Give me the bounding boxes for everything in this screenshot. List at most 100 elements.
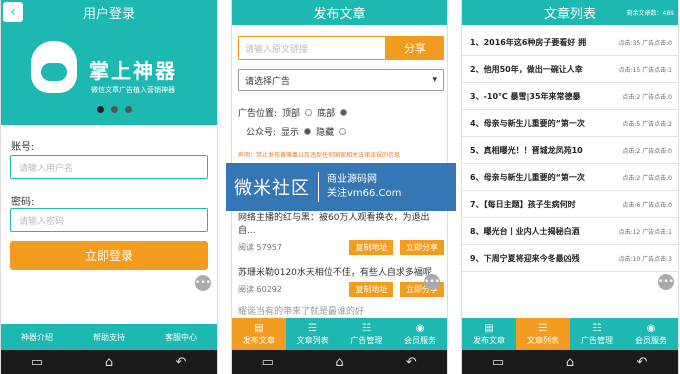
carousel-dot[interactable] [125,106,132,113]
list-item-stats: 点击:2 广告点击:0 [622,93,672,101]
tab-publish[interactable]: ▤ 发布文章 [462,318,516,350]
article-reads: 阅读 57957 [238,243,282,252]
publish-header: 发布文章 [232,0,447,25]
tab-label: 广告管理 [350,335,383,345]
show-label: 显示 [281,128,300,138]
list-item[interactable]: 9、下周宁夏将迎来今冬最凶残 点击:10 广告点击:3 [462,245,678,272]
home-icon[interactable]: ⌂ [324,355,354,370]
android-navbar: ▭ ⌂ ↶ [232,350,447,374]
footer-intro-link[interactable]: 神器介绍 [21,332,53,343]
sliders-icon: ☷ [361,322,371,334]
list-item[interactable]: 4、母亲与新生儿重要的“第一次 点击:5 广告点击:2 [462,110,678,137]
account-label: 账号: [11,142,35,153]
list-item[interactable]: 7、【每日主题】孩子生病何时 点击:6 广告点击:0 [462,191,678,218]
document-icon: ▤ [484,322,494,334]
ad-select-value: 请选择广告 [245,76,291,87]
hand-logo-icon [31,41,77,93]
nav-back-icon[interactable]: ↶ [166,355,196,370]
nav-back-icon[interactable]: ↶ [627,355,657,370]
dropdown-arrow-icon: ▾ [432,75,437,85]
tab-member[interactable]: ◉ 会员服务 [393,318,447,350]
tab-publish[interactable]: ▤ 发布文章 [232,318,286,350]
tab-article-list[interactable]: ☰ 文章列表 [516,318,570,350]
list-item[interactable]: 8、曝光台丨业内人士揭秘白酒 点击:12 广告点击:1 [462,218,678,245]
hide-label: 隐藏 [316,128,335,138]
article-item[interactable]: 网络主播的红与黑：被60万人观看换衣，为退出自... 阅读 57957 复制地址… [238,212,444,255]
list-item-stats: 点击:12 广告点击:1 [618,228,672,236]
tab-ad-manage[interactable]: ☷ 广告管理 [570,318,624,350]
article-reads: 阅读 60292 [238,285,282,294]
home-icon[interactable]: ⌂ [555,355,585,370]
copy-address-button[interactable]: 复制地址 [349,240,394,255]
list-item-title: 4、母亲与新生儿重要的“第一次 [470,118,585,128]
carousel-dots[interactable] [97,106,132,113]
article-footer: 阅读 57957 复制地址 立即分享 [238,240,444,255]
carousel-dot[interactable] [111,106,118,113]
hide-radio[interactable] [339,128,347,135]
article-footer: 阅读 60292 复制地址 立即分享 [238,282,444,297]
watermark-divider [318,172,319,202]
back-icon[interactable]: ‹ [3,2,23,22]
tab-ad-manage[interactable]: ☷ 广告管理 [340,318,394,350]
tab-label: 文章列表 [527,335,559,345]
tab-article-list[interactable]: ☰ 文章列表 [286,318,340,350]
login-button[interactable]: 立即登录 [10,241,208,270]
article-title[interactable]: 苏珊米勒0120水天相位不佳，有些人自求多福呢 [238,267,444,280]
tab-label: 广告管理 [581,335,613,345]
brand-subtitle: 微信文章广告植入营销神器 [91,86,175,94]
list-item-stats: 点击:2 广告点击:0 [622,147,672,155]
list-item-stats: 点击:15 广告点击:1 [618,66,672,74]
article-item[interactable]: 苏珊米勒0120水天相位不佳，有些人自求多福呢 阅读 60292 复制地址 立即… [238,267,444,297]
list-item[interactable]: 2、他用50年，做出一碗让人幸 点击:15 广告点击:1 [462,56,678,83]
notice-text: 声明：禁止发布黄赌毒以及违反任何国家相关法律法规的信息 [238,152,401,159]
user-icon: ◉ [415,322,425,334]
tab-label: 会员服务 [635,335,667,345]
page-title: 文章列表 [543,7,596,22]
tab-member[interactable]: ◉ 会员服务 [624,318,678,350]
login-header: ‹ 用户登录 [1,0,217,25]
copy-address-button[interactable]: 复制地址 [349,282,394,297]
nav-back-icon[interactable]: ↶ [396,355,426,370]
home-icon[interactable]: ⌂ [94,355,124,370]
article-list-screen: 文章列表 剩余文章数：489 1、2016年这6种房子要看好 拥 点击:35 广告… [461,0,679,374]
account-display-row: 公众号: 显示 隐藏 [246,125,347,138]
watermark-line2: 关注vm66.Com [327,188,402,199]
ad-select[interactable]: 请选择广告 ▾ [238,69,444,91]
list-item-title: 2、他用50年，做出一碗让人幸 [470,64,583,74]
footer-help-link[interactable]: 帮助支持 [93,332,125,343]
login-screen: ‹ 用户登录 掌上神器 微信文章广告植入营销神器 账号: 请输入用户名 密码: … [0,0,218,374]
carousel-dot[interactable] [97,106,104,113]
article-title[interactable]: 网络主播的红与黑：被60万人观看换衣，为退出自... [238,212,444,238]
list-header: 文章列表 剩余文章数：489 [462,0,678,25]
password-input[interactable]: 请输入密码 [10,208,208,232]
page-title: 用户登录 [82,7,135,22]
account-display-label: 公众号: [246,128,277,138]
share-button[interactable]: 分享 [386,36,444,60]
show-radio[interactable] [304,128,312,135]
recents-icon[interactable]: ▭ [22,355,52,370]
recents-icon[interactable]: ▭ [483,355,513,370]
list-item-title: 8、曝光台丨业内人士揭秘白酒 [470,226,580,236]
sliders-icon: ☷ [592,322,602,334]
page-title: 发布文章 [313,7,366,22]
share-now-button[interactable]: 立即分享 [400,240,444,255]
more-icon[interactable]: ••• [658,274,674,290]
username-input[interactable]: 请输入用户名 [10,155,208,179]
recents-icon[interactable]: ▭ [253,355,283,370]
ad-bottom-radio[interactable] [340,109,348,116]
list-item[interactable]: 3、-10℃ 暴雪|35年来常德暴 点击:2 广告点击:0 [462,83,678,110]
more-icon[interactable]: ••• [195,275,211,291]
ad-top-radio[interactable] [305,109,313,116]
list-item[interactable]: 1、2016年这6种房子要看好 拥 点击:35 广告点击:0 [462,29,678,56]
tab-bar: ▤ 发布文章 ☰ 文章列表 ☷ 广告管理 ◉ 会员服务 [462,318,678,350]
tab-label: 发布文章 [242,335,275,345]
tab-label: 文章列表 [296,335,329,345]
list-item[interactable]: 5、真相曝光！！晋城龙凤苑10 点击:2 广告点击:0 [462,137,678,164]
more-icon[interactable]: ••• [424,274,440,290]
watermark-main: 微米社区 [234,178,310,199]
footer-service-link[interactable]: 客服中心 [165,332,197,343]
article-link-input[interactable]: 请输入原文链接 [238,36,386,60]
ad-position-label: 广告位置: [238,109,278,119]
article-list: 1、2016年这6种房子要看好 拥 点击:35 广告点击:0 2、他用50年，做出… [462,25,678,272]
list-item[interactable]: 6、母亲与新生儿重要的“第一次 点击:2 广告点击:0 [462,164,678,191]
